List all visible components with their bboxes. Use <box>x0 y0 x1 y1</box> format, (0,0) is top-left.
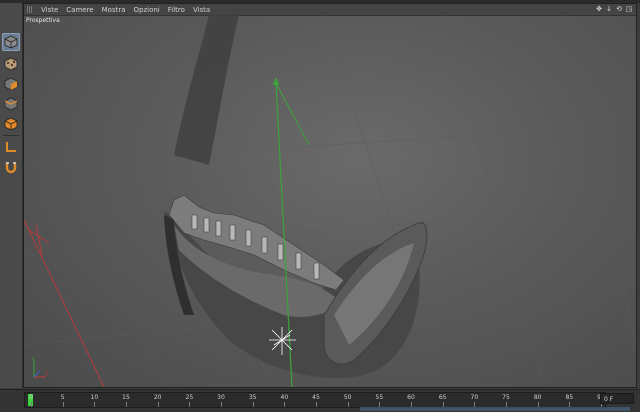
reset-icon[interactable]: ⟲ <box>615 5 623 13</box>
timeline-tick-label: 15 <box>122 394 130 401</box>
polygons-mode-icon[interactable] <box>2 115 20 133</box>
timeline-tick-label: 25 <box>185 394 194 401</box>
svg-text:y: y <box>32 356 35 362</box>
menu-opzioni[interactable]: Opzioni <box>130 6 164 14</box>
timeline-tick-label: 10 <box>90 394 99 401</box>
menu-grip-icon <box>27 6 33 13</box>
timeline-range-bar <box>360 407 630 411</box>
timeline-tick-label: 70 <box>470 394 479 401</box>
menu-mostra[interactable]: Mostra <box>98 6 130 14</box>
timeline-tick <box>157 402 159 407</box>
maximize-icon[interactable]: ◳ <box>625 5 633 13</box>
timeline-tick-label: 50 <box>343 394 352 401</box>
timeline-tick-label: 85 <box>565 394 574 401</box>
background-shape <box>174 15 239 165</box>
timeline-tick-label: 30 <box>217 394 225 401</box>
timeline-tick <box>62 402 64 407</box>
timeline-tick <box>347 402 349 407</box>
timeline-tick <box>189 402 191 407</box>
timeline[interactable]: 051015202530354045505560657075808590 0 F <box>0 389 640 412</box>
timeline-tick-label: 20 <box>153 394 162 401</box>
pin-icon[interactable]: ↓ <box>605 5 613 13</box>
timeline-tick <box>316 402 317 407</box>
model-mode-icon[interactable] <box>2 33 20 51</box>
timeline-tick <box>252 402 254 407</box>
axis-gizmo: y x <box>32 356 48 378</box>
axis-mode-icon[interactable] <box>2 138 20 156</box>
timeline-tick-label: 80 <box>533 394 542 401</box>
timeline-tick-label: 5 <box>60 394 65 401</box>
timeline-tick-label: 60 <box>407 394 415 401</box>
snap-magnet-icon[interactable] <box>2 158 20 176</box>
scene-canvas <box>24 15 636 387</box>
timeline-tick-label: 45 <box>312 394 320 401</box>
mode-toolbar <box>0 3 23 388</box>
timeline-tick-label: 75 <box>502 394 510 401</box>
object-mode-icon[interactable] <box>2 75 20 93</box>
timeline-tick <box>221 402 222 407</box>
timeline-ruler[interactable]: 051015202530354045505560657075808590 <box>24 392 606 408</box>
svg-text:x: x <box>45 371 48 377</box>
timeline-tick-label: 35 <box>248 394 257 401</box>
menu-vista[interactable]: Vista <box>189 6 214 14</box>
timeline-tick-label: 55 <box>375 394 384 401</box>
menu-camere[interactable]: Camere <box>62 6 97 14</box>
timeline-tick <box>94 402 96 407</box>
y-axis-arrow <box>273 77 279 85</box>
y-axis-handle <box>275 82 310 146</box>
texture-mode-icon[interactable] <box>2 55 20 73</box>
timeline-tick <box>284 402 286 407</box>
toolbar-divider <box>3 135 19 136</box>
timeline-tick-label: 65 <box>438 394 447 401</box>
timeline-tick-label: 0 <box>29 394 33 401</box>
edges-mode-icon[interactable] <box>2 95 20 113</box>
perspective-viewport[interactable]: Viste Camere Mostra Opzioni Filtro Vista… <box>23 3 637 388</box>
timeline-tick <box>126 402 127 407</box>
menu-filtro[interactable]: Filtro <box>164 6 189 14</box>
timeline-tick-label: 40 <box>280 394 289 401</box>
menu-viste[interactable]: Viste <box>37 6 62 14</box>
move-icon[interactable]: ✥ <box>595 5 603 13</box>
timeline-tick <box>31 402 32 407</box>
current-frame-field[interactable]: 0 F <box>600 393 634 404</box>
